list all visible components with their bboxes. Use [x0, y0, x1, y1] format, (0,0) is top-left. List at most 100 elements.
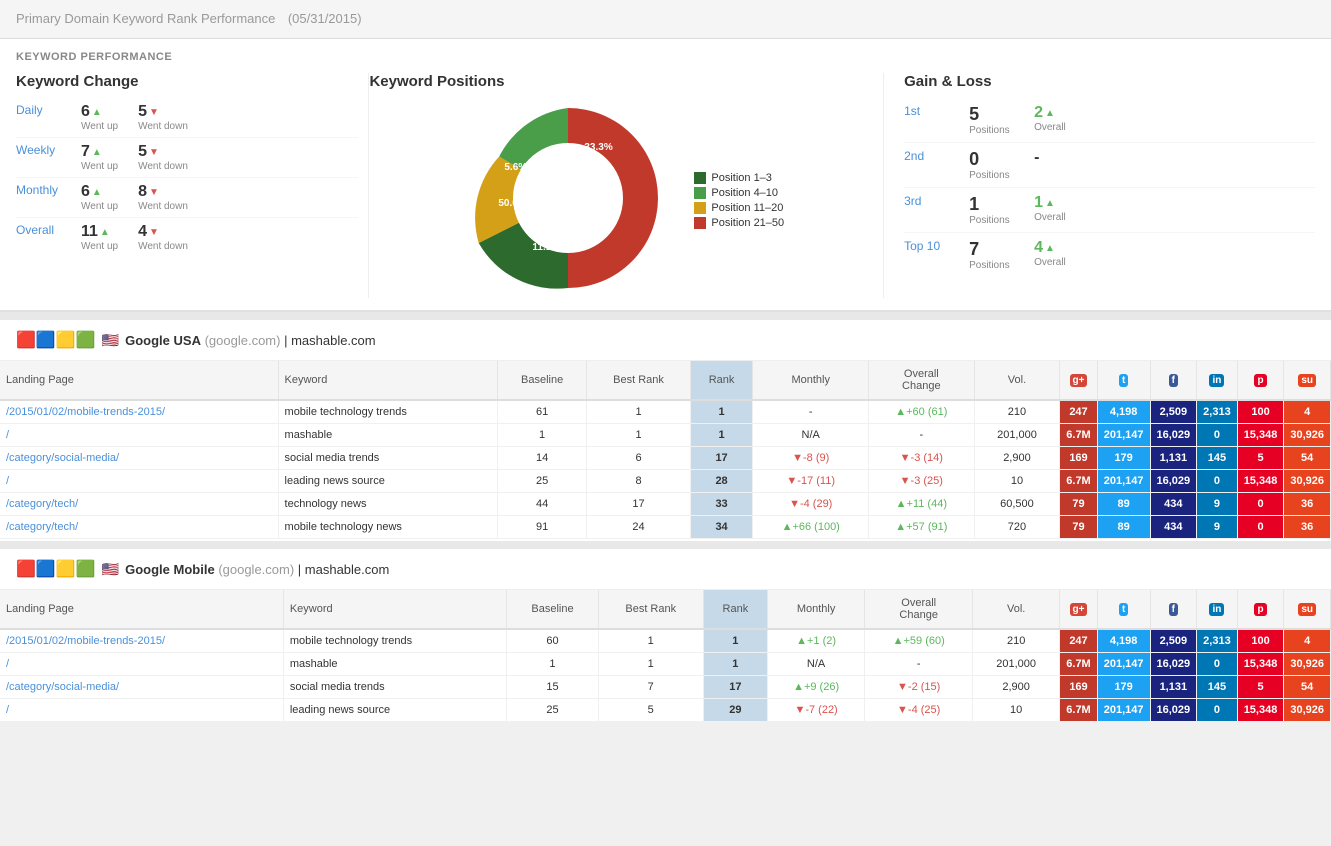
cell-keyword: mobile technology trends: [283, 629, 507, 653]
kc-row-overall: Overall 11▲ Went up 4▼ Went down: [16, 218, 358, 257]
cell-keyword: leading news source: [283, 699, 507, 722]
cell-pinterest: 5: [1237, 447, 1284, 470]
gl-overall-2nd: -: [1034, 149, 1084, 167]
legend-color-1-3: [694, 172, 706, 184]
kp-grid: Keyword Change Daily 6▲ Went up 5▼ Went …: [16, 73, 1315, 298]
th-rank: Rank: [690, 361, 753, 400]
cell-stumble: 4: [1284, 629, 1331, 653]
cell-twitter: 89: [1097, 493, 1150, 516]
cell-gplus: 79: [1060, 493, 1097, 516]
gl-row-top10: Top 10 7 Positions 4▲ Overall: [904, 233, 1315, 277]
th-facebook: f: [1150, 361, 1197, 400]
cell-stumble: 36: [1284, 516, 1331, 539]
cell-best-rank: 1: [598, 629, 703, 653]
cell-best-rank: 1: [587, 424, 690, 447]
cell-best-rank: 8: [587, 470, 690, 493]
label-50: 50.0%: [498, 198, 526, 209]
kc-label-overall[interactable]: Overall: [16, 223, 81, 237]
cell-keyword: mashable: [278, 424, 497, 447]
cell-twitter: 201,147: [1097, 699, 1150, 722]
legend-label-4-10: Position 4–10: [711, 187, 778, 199]
cell-best-rank: 7: [598, 676, 703, 699]
cell-landing: /: [0, 470, 278, 493]
cell-landing: /category/social-media/: [0, 676, 283, 699]
label-11: 11.1%: [532, 242, 560, 253]
cell-pinterest: 15,348: [1237, 653, 1284, 676]
flag-mobile: 🇺🇸: [102, 561, 119, 578]
gl-label-1st: 1st: [904, 104, 959, 118]
th-twitter: t: [1097, 361, 1150, 400]
cell-facebook: 2,509: [1150, 629, 1197, 653]
cell-linkedin: 0: [1197, 653, 1238, 676]
cell-overall: ▼-3 (25): [869, 470, 975, 493]
cell-stumble: 54: [1284, 676, 1331, 699]
legend-item-21-50: Position 21–50: [694, 217, 784, 229]
gl-label-3rd: 3rd: [904, 194, 959, 208]
google-mobile-table: Landing Page Keyword Baseline Best Rank …: [0, 590, 1331, 722]
keyword-positions-title: Keyword Positions: [369, 73, 504, 90]
legend-label-11-20: Position 11–20: [711, 202, 783, 214]
cell-baseline: 91: [497, 516, 586, 539]
cell-baseline: 14: [497, 447, 586, 470]
keyword-performance-section: KEYWORD PERFORMANCE Keyword Change Daily…: [0, 39, 1331, 312]
legend-item-4-10: Position 4–10: [694, 187, 784, 199]
th-m-keyword: Keyword: [283, 590, 507, 629]
th-m-twitter: t: [1097, 590, 1150, 629]
cell-pinterest: 0: [1237, 516, 1284, 539]
cell-monthly: ▲+1 (2): [767, 629, 865, 653]
table-row: /2015/01/02/mobile-trends-2015/ mobile t…: [0, 400, 1331, 424]
cell-pinterest: 15,348: [1237, 699, 1284, 722]
cell-landing: /category/tech/: [0, 516, 278, 539]
kc-label-monthly[interactable]: Monthly: [16, 183, 81, 197]
gl-row-1st: 1st 5 Positions 2▲ Overall: [904, 98, 1315, 143]
cell-keyword: social media trends: [278, 447, 497, 470]
cell-linkedin: 9: [1197, 516, 1238, 539]
cell-stumble: 30,926: [1284, 699, 1331, 722]
cell-vol: 10: [974, 470, 1060, 493]
kc-label-weekly[interactable]: Weekly: [16, 143, 81, 157]
legend-color-21-50: [694, 217, 706, 229]
table-row: /category/tech/ technology news 44 17 33…: [0, 493, 1331, 516]
cell-linkedin: 2,313: [1197, 400, 1238, 424]
cell-pinterest: 100: [1237, 629, 1284, 653]
cell-monthly: ▲+9 (26): [767, 676, 865, 699]
page-title: Primary Domain Keyword Rank Performance …: [16, 10, 1315, 28]
cell-best-rank: 1: [587, 400, 690, 424]
cell-overall: ▲+11 (44): [869, 493, 975, 516]
table-row: / leading news source 25 5 29 ▼-7 (22) ▼…: [0, 699, 1331, 722]
divider-1: [0, 312, 1331, 320]
gl-grid: 1st 5 Positions 2▲ Overall 2nd: [904, 98, 1315, 277]
cell-landing: /2015/01/02/mobile-trends-2015/: [0, 629, 283, 653]
cell-linkedin: 2,313: [1197, 629, 1238, 653]
cell-baseline: 25: [507, 699, 598, 722]
google-mobile-icon: 🟥🟦🟨🟩: [16, 559, 96, 579]
cell-keyword: technology news: [278, 493, 497, 516]
cell-overall: ▼-4 (25): [865, 699, 973, 722]
th-monthly: Monthly: [753, 361, 869, 400]
cell-facebook: 1,131: [1150, 447, 1197, 470]
kc-label-daily[interactable]: Daily: [16, 103, 81, 117]
cell-twitter: 201,147: [1097, 424, 1150, 447]
cell-keyword: mobile technology trends: [278, 400, 497, 424]
cell-gplus: 6.7M: [1060, 470, 1097, 493]
label-33: 33.3%: [584, 142, 612, 153]
legend-label-1-3: Position 1–3: [711, 172, 772, 184]
gl-row-3rd: 3rd 1 Positions 1▲ Overall: [904, 188, 1315, 233]
cell-linkedin: 0: [1197, 470, 1238, 493]
cell-gplus: 79: [1060, 516, 1097, 539]
cell-baseline: 25: [497, 470, 586, 493]
legend-color-11-20: [694, 202, 706, 214]
cell-overall: ▲+57 (91): [869, 516, 975, 539]
th-overall-change: OverallChange: [869, 361, 975, 400]
google-mobile-header: 🟥🟦🟨🟩 🇺🇸 Google Mobile (google.com) | mas…: [0, 549, 1331, 590]
cell-gplus: 247: [1060, 629, 1097, 653]
cell-gplus: 169: [1060, 676, 1097, 699]
cell-stumble: 30,926: [1284, 424, 1331, 447]
cell-monthly: N/A: [767, 653, 865, 676]
cell-baseline: 61: [497, 400, 586, 424]
cell-twitter: 179: [1097, 676, 1150, 699]
cell-pinterest: 100: [1237, 400, 1284, 424]
cell-twitter: 201,147: [1097, 653, 1150, 676]
th-gplus: g+: [1060, 361, 1097, 400]
cell-gplus: 247: [1060, 400, 1097, 424]
